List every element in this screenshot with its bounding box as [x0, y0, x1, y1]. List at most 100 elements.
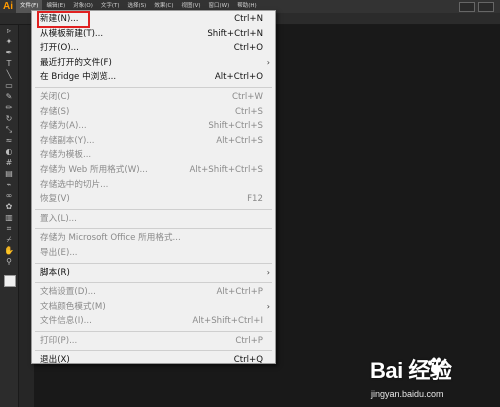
menu-item-shortcut: Alt+Shift+Ctrl+S: [189, 164, 263, 175]
menu-item-shortcut: Ctrl+P: [235, 335, 263, 346]
artboard-tool-icon[interactable]: ⌗: [0, 223, 18, 234]
menu-item-shortcut: Alt+Shift+Ctrl+I: [192, 316, 263, 327]
menu-item-shortcut: F12: [247, 194, 263, 205]
menu-separator: [35, 262, 272, 264]
menu-separator: [35, 282, 272, 284]
menu-separator: [35, 228, 272, 230]
menu-item-label: 存储为模板...: [40, 150, 92, 161]
menu-item: 关闭(C) Ctrl+W: [32, 90, 275, 105]
menu-separator: [35, 208, 272, 210]
scale-tool-icon[interactable]: ⤡: [0, 124, 18, 135]
menu-item-label: 从模板新建(T)...: [40, 28, 104, 39]
menu-item: 存储为 Web 所用格式(W)... Alt+Shift+Ctrl+S: [32, 163, 275, 178]
rotate-tool-icon[interactable]: ↻: [0, 113, 18, 124]
menu-item[interactable]: 从模板新建(T)... Shift+Ctrl+N: [32, 27, 275, 42]
line-tool-icon[interactable]: ╲: [0, 69, 18, 80]
hand-tool-icon[interactable]: ✋: [0, 245, 18, 256]
menu-item-label: 退出(X): [40, 355, 70, 366]
menu-item-label: 存储为 Microsoft Office 所用格式...: [40, 233, 181, 244]
fill-swatch[interactable]: [4, 275, 16, 287]
menu-item-label: 脚本(R): [40, 267, 70, 278]
zoom-tool-icon[interactable]: ⚲: [0, 256, 18, 267]
menu-item: 存储为 Microsoft Office 所用格式...: [32, 231, 275, 246]
menu-item: 文档设置(D)... Alt+Ctrl+P: [32, 285, 275, 300]
menu-item[interactable]: 新建(N)... Ctrl+N: [32, 11, 275, 28]
menu-item-label: 关闭(C): [40, 91, 70, 102]
menu-separator: [35, 330, 272, 332]
blend-tool-icon[interactable]: ∞: [0, 190, 18, 201]
menu-item-label: 打开(O)...: [40, 43, 79, 54]
menu-item: 存储为模板...: [32, 148, 275, 163]
graph-tool-icon[interactable]: ▥: [0, 212, 18, 223]
mesh-tool-icon[interactable]: #: [0, 157, 18, 168]
menu-item[interactable]: 脚本(R) ›: [32, 266, 275, 281]
menu-item-shortcut: Ctrl+Q: [233, 355, 263, 366]
eyedropper-icon[interactable]: ⌁: [0, 179, 18, 190]
watermark: Bai 经验 jingyan.baidu.com: [370, 353, 495, 405]
menu-item: 打印(P)... Ctrl+P: [32, 334, 275, 349]
menu-item-shortcut: Ctrl+W: [232, 91, 263, 102]
gradient-tool-icon[interactable]: ▤: [0, 168, 18, 179]
paintbrush-icon[interactable]: ✎: [0, 91, 18, 102]
menu-separator: [35, 350, 272, 352]
menu-item[interactable]: 退出(X) Ctrl+Q: [32, 353, 275, 368]
menu-item[interactable]: 最近打开的文件(F) ›: [32, 56, 275, 71]
slice-tool-icon[interactable]: ⌿: [0, 234, 18, 245]
menu-item: 恢复(V) F12: [32, 192, 275, 207]
menu-item-label: 在 Bridge 中浏览...: [40, 72, 117, 83]
menu-item-label: 存储为 Web 所用格式(W)...: [40, 164, 148, 175]
menu-item-shortcut: Ctrl+S: [235, 106, 263, 117]
menu-item-label: 存储副本(Y)...: [40, 135, 95, 146]
menu-item-label: 存储(S): [40, 106, 70, 117]
menu-item: 导出(E)...: [32, 246, 275, 261]
warp-tool-icon[interactable]: ≈: [0, 135, 18, 146]
new-menu-item-label: 新建(N)...: [37, 11, 90, 28]
pen-tool-icon[interactable]: ✒: [0, 47, 18, 58]
menu-item-label: 文件信息(I)...: [40, 316, 92, 327]
menu-item: 存储选中的切片...: [32, 178, 275, 193]
menu-item-shortcut: Shift+Ctrl+N: [207, 28, 263, 39]
menu-item: 文件信息(I)... Alt+Shift+Ctrl+I: [32, 314, 275, 329]
watermark-url: jingyan.baidu.com: [371, 389, 444, 399]
menu-item-label: 存储为(A)...: [40, 121, 87, 132]
menubar-right: [459, 1, 500, 12]
menu-item-shortcut: Ctrl+N: [234, 14, 263, 24]
symbol-sprayer-icon[interactable]: ✿: [0, 201, 18, 212]
search-box[interactable]: [478, 1, 494, 12]
menu-item: 文档颜色模式(M) ›: [32, 300, 275, 315]
submenu-arrow-icon: ›: [266, 267, 270, 277]
menu-item-shortcut: Ctrl+O: [233, 43, 263, 54]
menu-item: 存储副本(Y)... Alt+Ctrl+S: [32, 134, 275, 149]
menu-item-shortcut: Shift+Ctrl+S: [208, 121, 263, 132]
menu-item-shortcut: Alt+Ctrl+O: [214, 72, 263, 83]
menu-separator: [35, 86, 272, 88]
menu-item-label: 最近打开的文件(F): [40, 57, 112, 68]
menu-item-label: 打印(P)...: [40, 335, 78, 346]
app-logo: Ai: [3, 1, 13, 12]
shape-builder-icon[interactable]: ◐: [0, 146, 18, 157]
menu-item[interactable]: 打开(O)... Ctrl+O: [32, 41, 275, 56]
menu-item-label: 导出(E)...: [40, 247, 78, 258]
paw-logo-icon: [428, 357, 445, 374]
file-menu-dropdown: 新建(N)... Ctrl+N 从模板新建(T)... Shift+Ctrl+N 打开(…: [31, 10, 276, 365]
menu-item-label: 文档颜色模式(M): [40, 301, 106, 312]
menu-item-shortcut: Alt+Ctrl+P: [216, 287, 263, 298]
magic-wand-icon[interactable]: ✦: [0, 36, 18, 47]
pencil-icon[interactable]: ✏: [0, 102, 18, 113]
tools-panel: ▹ ✦ ✒ T ╲ ▭ ✎ ✏ ↻ ⤡ ≈ ◐ # ▤ ⌁ ∞ ✿ ▥ ⌗ ⌿ …: [0, 25, 19, 407]
menu-item: 置入(L)...: [32, 212, 275, 227]
submenu-arrow-icon: ›: [266, 57, 270, 67]
submenu-arrow-icon: ›: [266, 301, 270, 311]
menu-item[interactable]: 在 Bridge 中浏览... Alt+Ctrl+O: [32, 70, 275, 85]
menu-item: 存储(S) Ctrl+S: [32, 105, 275, 120]
menu-item-label: 文档设置(D)...: [40, 287, 96, 298]
rectangle-tool-icon[interactable]: ▭: [0, 80, 18, 91]
menu-item: 存储为(A)... Shift+Ctrl+S: [32, 119, 275, 134]
menu-item-label: 恢复(V): [40, 194, 70, 205]
menu-item-label: 存储选中的切片...: [40, 179, 109, 190]
menu-item-label: 置入(L)...: [40, 213, 77, 224]
type-tool-icon[interactable]: T: [0, 58, 18, 69]
selection-tool-icon[interactable]: ▹: [0, 25, 18, 36]
workspace-switcher[interactable]: [459, 1, 475, 12]
menu-item-shortcut: Alt+Ctrl+S: [216, 135, 263, 146]
